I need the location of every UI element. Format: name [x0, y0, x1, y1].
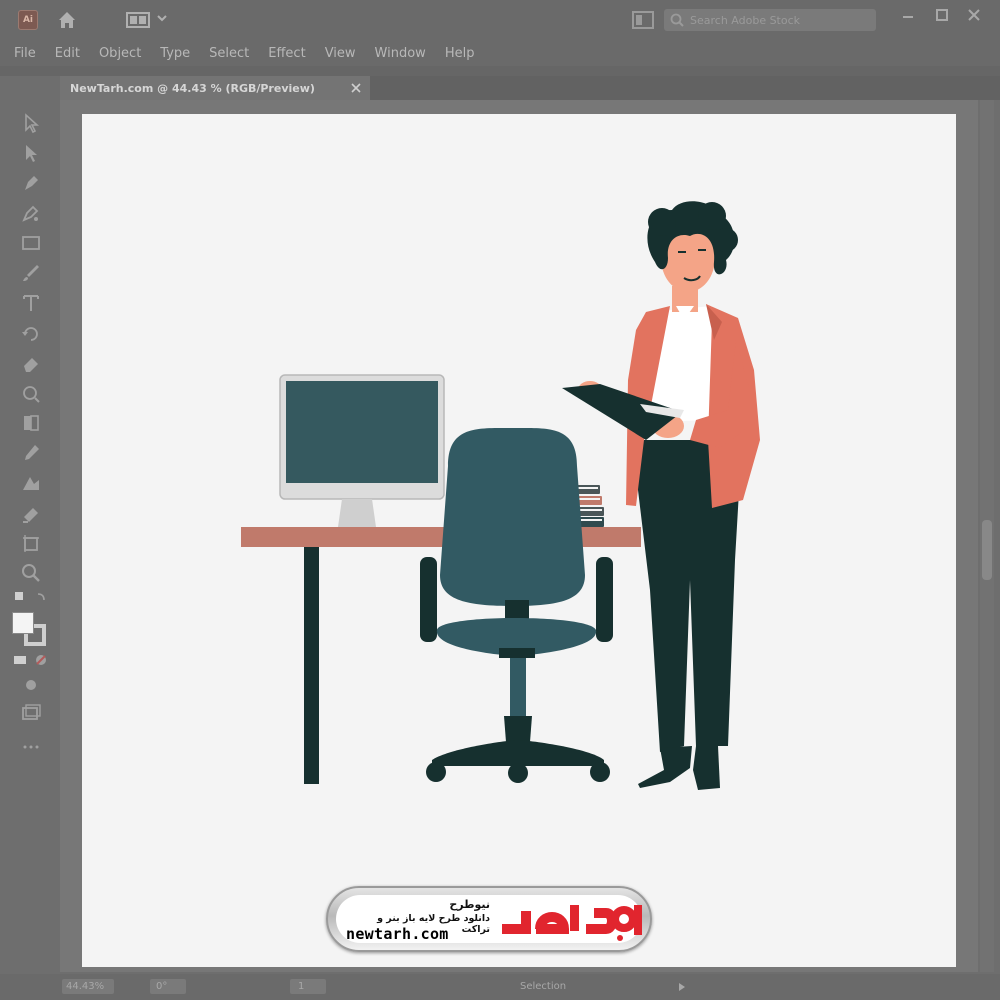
width-tool-icon[interactable] [20, 412, 42, 434]
control-panel-strip [0, 66, 1000, 76]
home-icon[interactable] [56, 9, 78, 31]
eraser-tool-icon[interactable] [20, 352, 42, 374]
artboard-tool-icon[interactable] [20, 532, 42, 554]
menu-view[interactable]: View [325, 46, 356, 61]
minimize-icon[interactable] [896, 6, 920, 26]
desk-leg [304, 547, 319, 784]
artboard[interactable] [82, 114, 956, 967]
direct-selection-tool-icon[interactable] [20, 142, 42, 164]
search-input[interactable] [690, 13, 870, 27]
document-tab-row: NewTarh.com @ 44.43 % (RGB/Preview) [60, 76, 1000, 100]
menu-object[interactable]: Object [99, 46, 141, 61]
vertical-scrollbar[interactable] [980, 100, 994, 972]
office-illustration [241, 201, 760, 790]
document-tab-title: NewTarh.com @ 44.43 % (RGB/Preview) [70, 81, 315, 95]
paintbrush-tool-icon[interactable] [20, 262, 42, 284]
screen-mode-icon[interactable] [20, 702, 42, 724]
menu-type[interactable]: Type [160, 46, 190, 61]
search-field[interactable] [664, 9, 876, 31]
pen-tool-icon[interactable] [20, 172, 42, 194]
document-tab[interactable]: NewTarh.com @ 44.43 % (RGB/Preview) [60, 76, 370, 100]
monitor-screen [286, 381, 438, 483]
businesswoman[interactable] [562, 201, 760, 790]
status-menu-arrow-icon[interactable] [676, 981, 688, 993]
eyedropper-tool-icon[interactable] [20, 442, 42, 464]
monitor-stand [338, 499, 376, 527]
drawing-mode-icon[interactable] [20, 674, 42, 696]
search-icon [670, 13, 684, 27]
chair-backrest [440, 427, 585, 606]
status-bar: 44.43% 0° 1 Selection [0, 974, 1000, 1000]
workspace-icon[interactable] [126, 11, 150, 29]
monitor[interactable] [279, 374, 445, 527]
menu-edit[interactable]: Edit [55, 46, 80, 61]
selection-tool-icon[interactable] [20, 112, 42, 134]
scrollbar-thumb[interactable] [982, 520, 992, 580]
watermark-brand-name: نیوطرح [449, 898, 490, 911]
close-icon[interactable] [962, 6, 986, 26]
artboard-number-value: 1 [298, 981, 305, 992]
curvature-tool-icon[interactable] [20, 202, 42, 224]
close-tab-icon[interactable] [350, 82, 362, 94]
chair-right-armrest [596, 557, 613, 642]
rotation-value: 0° [156, 981, 168, 992]
zoom-tool-icon[interactable] [20, 562, 42, 584]
chair-base [432, 740, 604, 766]
more-tools-icon[interactable] [20, 736, 42, 758]
title-bar: Ai [0, 0, 1000, 40]
scale-tool-icon[interactable] [20, 382, 42, 404]
right-shoe [693, 746, 720, 790]
artboard-number-field[interactable] [290, 979, 326, 994]
chevron-down-icon[interactable] [156, 12, 168, 24]
live-paint-tool-icon[interactable] [20, 502, 42, 524]
watermark-badge: نیوطرح دانلود طرح لایه باز بنر و تراکت n… [326, 886, 652, 952]
fill-color-swatch[interactable] [12, 612, 34, 634]
color-mode-icon[interactable] [14, 654, 50, 666]
maximize-icon[interactable] [930, 6, 954, 26]
arrange-documents-icon[interactable] [632, 11, 654, 29]
chair-post [510, 658, 526, 716]
watermark-domain: newtarh.com [346, 925, 449, 943]
app-logo: Ai [18, 10, 38, 30]
chair-left-armrest [420, 557, 437, 642]
menu-bar: File Edit Object Type Select Effect View… [0, 40, 1000, 66]
blend-tool-icon[interactable] [20, 472, 42, 494]
watermark-badge-inner: نیوطرح دانلود طرح لایه باز بنر و تراکت n… [336, 895, 642, 943]
menu-file[interactable]: File [14, 46, 36, 61]
left-shoe [638, 746, 692, 788]
rectangle-tool-icon[interactable] [20, 232, 42, 254]
rotate-tool-icon[interactable] [20, 322, 42, 344]
menu-effect[interactable]: Effect [268, 46, 305, 61]
tools-panel [10, 104, 54, 764]
office-chair[interactable] [420, 427, 613, 783]
newtarh-logo [502, 905, 642, 941]
menu-select[interactable]: Select [209, 46, 249, 61]
type-tool-icon[interactable] [20, 292, 42, 314]
menu-window[interactable]: Window [375, 46, 426, 61]
menu-help[interactable]: Help [445, 46, 475, 61]
zoom-level-value: 44.43% [66, 981, 105, 992]
tool-mode-label: Selection [520, 981, 567, 992]
swap-colors-icon[interactable] [14, 590, 48, 604]
